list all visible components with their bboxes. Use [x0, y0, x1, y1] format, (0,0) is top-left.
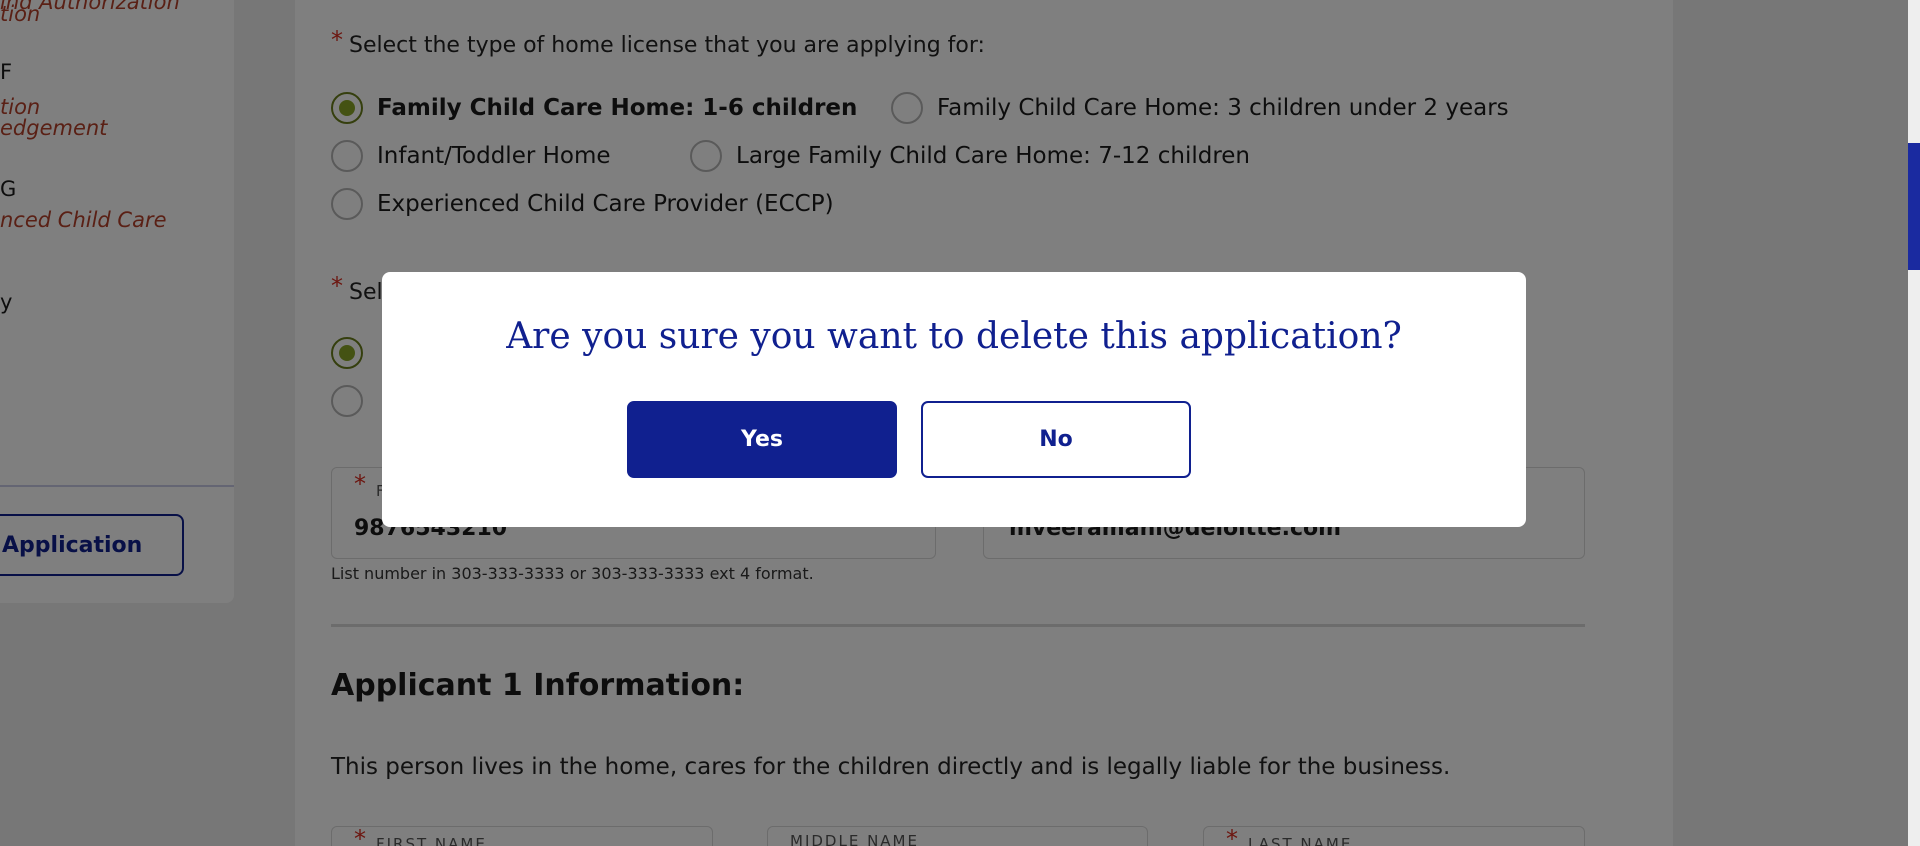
scrollbar-thumb[interactable]	[1908, 143, 1920, 270]
dialog-title: Are you sure you want to delete this app…	[506, 316, 1402, 357]
no-button[interactable]: No	[921, 401, 1191, 478]
yes-button[interactable]: Yes	[627, 401, 897, 478]
screen: ind Authorization tion F tion edgement G…	[0, 0, 1920, 846]
delete-confirmation-dialog: Are you sure you want to delete this app…	[382, 272, 1526, 527]
